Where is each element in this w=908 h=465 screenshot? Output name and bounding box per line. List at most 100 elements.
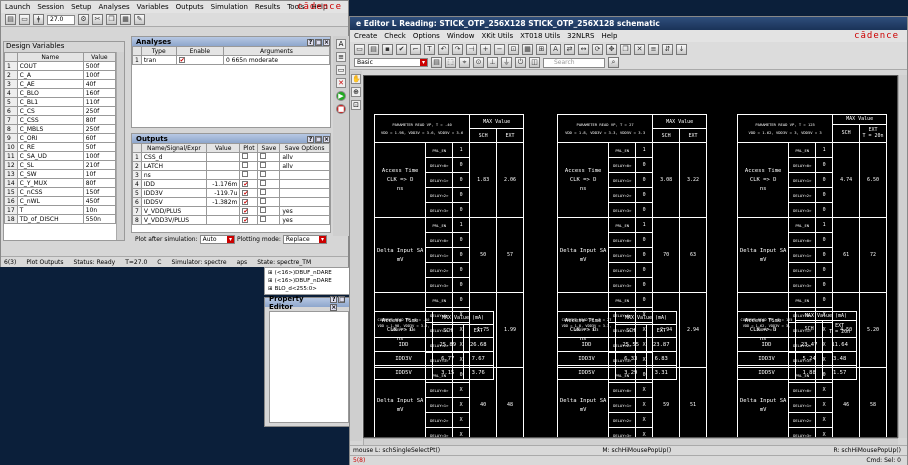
- table-row[interactable]: 6 C_CS 250f: [4, 106, 117, 116]
- table-row[interactable]: 4 IDD -1.176m ✔: [132, 179, 330, 189]
- new-icon[interactable]: ▭: [354, 43, 365, 55]
- table-row[interactable]: 2 C_A 100f: [4, 70, 117, 80]
- save-checkbox[interactable]: [257, 206, 281, 216]
- close-icon[interactable]: ×: [323, 135, 330, 143]
- checkmark-icon[interactable]: ✔: [242, 180, 248, 187]
- bus-icon[interactable]: ⇄: [564, 43, 575, 55]
- table-row[interactable]: 4 C_BLO 160f: [4, 88, 117, 98]
- plot-after-select[interactable]: Auto: [199, 235, 236, 244]
- plot-checkbox[interactable]: ✔: [239, 188, 259, 198]
- ground-icon[interactable]: ⏚: [501, 57, 512, 68]
- tree-item[interactable]: ⊞ (<16>)DBUF_nDARE: [268, 269, 348, 277]
- current-table[interactable]: CURRENT READ VP, T = -40 VDD = 1.98, VDD3…: [374, 311, 494, 380]
- plot-checkbox[interactable]: [239, 170, 259, 180]
- save-checkbox[interactable]: [257, 215, 281, 225]
- expand-icon[interactable]: ⊞: [268, 278, 273, 284]
- tree-item[interactable]: ⊞ (<16>)DBUF_nDARE: [268, 277, 348, 285]
- workspace-select[interactable]: Basic: [354, 58, 428, 67]
- zoom-in-icon[interactable]: +: [480, 43, 491, 55]
- table-row[interactable]: 16 C_nWL 450f: [4, 196, 117, 206]
- stretch-icon[interactable]: ↔: [578, 43, 589, 55]
- menu-32nlrs[interactable]: 32NLRS: [567, 32, 594, 40]
- save-icon[interactable]: ▪: [382, 43, 393, 55]
- choose-analyses-icon[interactable]: A: [336, 39, 346, 49]
- table-row[interactable]: 15 C_nCSS 150f: [4, 187, 117, 197]
- save-checkbox[interactable]: [257, 197, 281, 207]
- check-icon[interactable]: ✔: [396, 43, 407, 55]
- open-icon[interactable]: ▤: [5, 14, 16, 25]
- checkmark-icon[interactable]: ✔: [242, 198, 248, 205]
- checkbox-icon[interactable]: [260, 216, 267, 222]
- zoom-out-icon[interactable]: −: [494, 43, 505, 55]
- table-row[interactable]: 1 CSS_d allv: [132, 152, 330, 162]
- save-checkbox[interactable]: [257, 170, 281, 180]
- table-row[interactable]: 13 C_SW 10f: [4, 169, 117, 179]
- wire-icon[interactable]: ⌐: [410, 43, 421, 55]
- float-icon[interactable]: □: [338, 295, 346, 303]
- parameter-table[interactable]: PARAMETER READ VP, T = -40 VDD = 1.98, VD…: [373, 114, 524, 437]
- thermometer-icon[interactable]: ǂ: [33, 14, 44, 25]
- menu-help[interactable]: Help: [601, 32, 617, 40]
- table-row[interactable]: 6 IDD5V -1.382m ✔: [132, 197, 330, 207]
- checkbox-icon[interactable]: [260, 162, 267, 168]
- table-row[interactable]: 8 C_MBLS 250f: [4, 124, 117, 134]
- help-icon[interactable]: ?: [330, 295, 338, 303]
- temperature-input[interactable]: 27.0: [47, 14, 75, 25]
- menu-options[interactable]: Options: [413, 32, 440, 40]
- tree-item[interactable]: ⊞ BLO_d<255:0>: [268, 285, 348, 293]
- save-checkbox[interactable]: [257, 152, 281, 162]
- plot-checkbox[interactable]: ✔: [239, 215, 259, 225]
- folder-icon[interactable]: ▭: [19, 14, 30, 25]
- checkbox-icon[interactable]: [260, 189, 267, 195]
- filter-icon[interactable]: ⌖: [459, 57, 470, 68]
- save-checkbox[interactable]: [257, 179, 281, 189]
- property-icon[interactable]: ≡: [648, 43, 659, 55]
- table-row[interactable]: 7 C_CSS 80f: [4, 115, 117, 125]
- descend-icon[interactable]: ↓: [676, 43, 687, 55]
- zoom-icon[interactable]: ⊕: [351, 87, 361, 97]
- open-icon[interactable]: ▤: [368, 43, 379, 55]
- menu-variables[interactable]: Variables: [137, 3, 169, 11]
- current-table[interactable]: CURRENT READ VP, T = 125 VDD = 1.62, VDD3…: [737, 310, 857, 380]
- table-row[interactable]: 11 C_SA_UD 100f: [4, 151, 117, 161]
- plot-checkbox[interactable]: [239, 161, 259, 171]
- setup-icon[interactable]: ⚙: [78, 14, 89, 25]
- parameter-table[interactable]: PARAMETER READ VP, T = 125 VDD = 1.62, VD…: [736, 114, 887, 437]
- table-row[interactable]: 1 COUT 500f: [4, 61, 117, 71]
- checkmark-icon[interactable]: ✔: [242, 216, 248, 223]
- close-icon[interactable]: ×: [323, 38, 330, 46]
- run-icon[interactable]: ▶: [336, 91, 346, 101]
- expand-icon[interactable]: ⊞: [268, 270, 273, 276]
- table-row[interactable]: 1 tran ✔ 0 665n moderate: [132, 55, 331, 65]
- text-icon[interactable]: T: [424, 43, 435, 55]
- plot-checkbox[interactable]: ✔: [239, 206, 259, 216]
- checkmark-icon[interactable]: [242, 171, 249, 177]
- menu-create[interactable]: Create: [354, 32, 377, 40]
- stop-icon[interactable]: ■: [336, 104, 346, 114]
- scissors-icon[interactable]: ✂: [92, 14, 103, 25]
- menu-outputs[interactable]: Outputs: [176, 3, 204, 11]
- plot-checkbox[interactable]: [239, 152, 259, 162]
- probe-icon[interactable]: ⊙: [473, 57, 484, 68]
- table-row[interactable]: 14 C_Y_MUX 80f: [4, 178, 117, 188]
- search-icon[interactable]: ⌕: [608, 57, 619, 68]
- table-row[interactable]: 5 IDD3V -119.7u ✔: [132, 188, 330, 198]
- redo-icon[interactable]: ↷: [452, 43, 463, 55]
- copy-icon[interactable]: ❐: [106, 14, 117, 25]
- current-table[interactable]: CURRENT READ VP, T = 27 VDD = 1.8, VDD3V …: [557, 311, 677, 380]
- source-icon[interactable]: ⏻: [515, 57, 526, 68]
- workspace-icon[interactable]: ▤: [431, 57, 442, 68]
- float-icon[interactable]: □: [315, 38, 322, 46]
- checkbox-icon[interactable]: [260, 198, 267, 204]
- table-row[interactable]: 3 C_AE 40f: [4, 79, 117, 89]
- table-row[interactable]: 9 C_ORI 60f: [4, 133, 117, 143]
- label-icon[interactable]: A: [550, 43, 561, 55]
- net-icon[interactable]: ⊥: [487, 57, 498, 68]
- checkmark-icon[interactable]: [242, 162, 249, 168]
- menu-xkit-utils[interactable]: XKit Utils: [481, 32, 513, 40]
- schematic-canvas[interactable]: PARAMETER READ VP, T = -40 VDD = 1.98, VD…: [363, 75, 898, 438]
- checkbox-icon[interactable]: [260, 153, 267, 159]
- menu-analyses[interactable]: Analyses: [98, 3, 129, 11]
- float-icon[interactable]: □: [315, 135, 322, 143]
- undo-icon[interactable]: ↶: [438, 43, 449, 55]
